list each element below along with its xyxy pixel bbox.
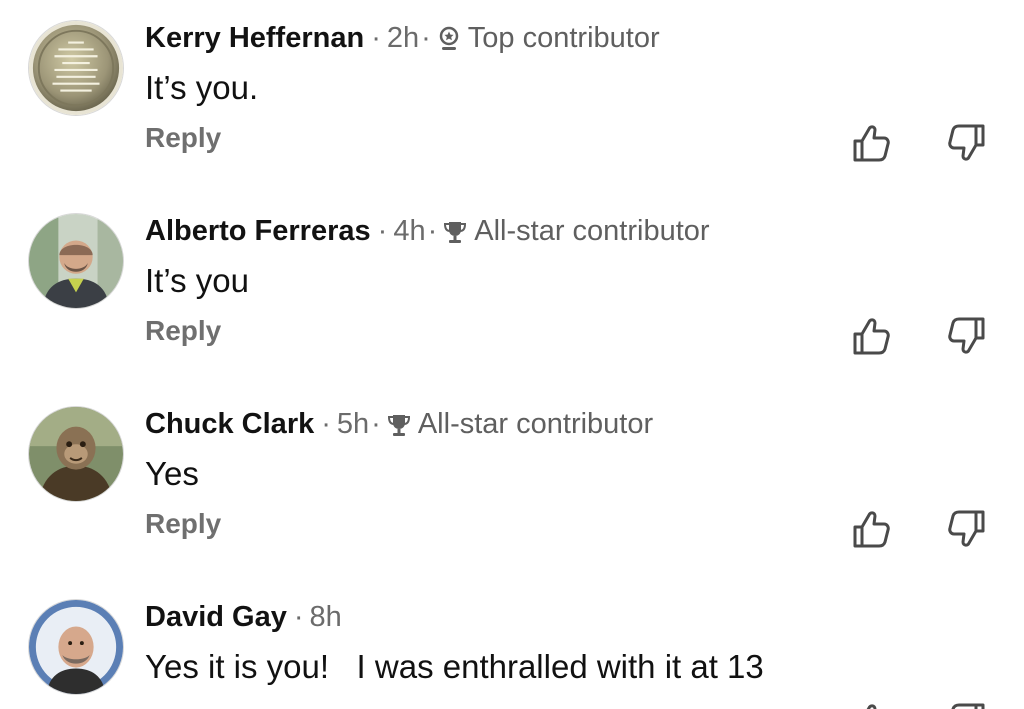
thumbs-down-icon (951, 703, 985, 709)
dislike-button[interactable] (946, 122, 986, 164)
comment-list: Kerry Heffernan · 2h · Top contributor I… (0, 0, 1024, 709)
comment-item: Kerry Heffernan · 2h · Top contributor I… (0, 0, 1024, 193)
comment-text: It’s you (145, 262, 249, 299)
author-name[interactable]: Alberto Ferreras (145, 211, 371, 251)
separator-dot: · (371, 408, 381, 440)
comment-item: David Gay · 8h Yes it is you! I was enth… (0, 579, 1024, 709)
like-button[interactable] (852, 508, 892, 550)
avatar[interactable] (28, 213, 124, 309)
badge-label: All-star contributor (417, 408, 654, 440)
comment-header: Kerry Heffernan · 2h · Top contributor (145, 18, 660, 58)
badge-label: All-star contributor (474, 215, 710, 247)
comment-text: Yes (145, 455, 199, 492)
separator-dot: · (371, 22, 381, 54)
timestamp: 5h (336, 408, 370, 440)
person-photo-image (29, 600, 123, 694)
author-name[interactable]: Kerry Heffernan (145, 18, 364, 58)
reply-button[interactable]: Reply (145, 508, 221, 540)
dislike-button[interactable] (946, 315, 986, 357)
separator-dot: · (421, 22, 431, 54)
thumbs-down-icon (948, 510, 985, 547)
person-photo-image (29, 214, 123, 308)
timestamp: 4h (393, 215, 426, 247)
comment-header: Chuck Clark · 5h · All-star contributor (145, 404, 653, 444)
like-button[interactable] (852, 701, 892, 709)
thumbs-up-icon (853, 318, 890, 355)
comment-header: Alberto Ferreras · 4h · All-star contrib… (145, 211, 710, 251)
dislike-button[interactable] (946, 701, 986, 709)
comment-text: It’s you. (145, 69, 259, 106)
timestamp: 2h (386, 22, 420, 54)
author-name[interactable]: Chuck Clark (145, 404, 314, 444)
contributor-badge: All-star contributor (443, 211, 710, 251)
like-button[interactable] (852, 122, 892, 164)
badge-label: Top contributor (467, 22, 660, 54)
comment-header: David Gay · 8h (145, 597, 342, 637)
avatar[interactable] (28, 406, 124, 502)
timestamp: 8h (309, 601, 342, 633)
dislike-button[interactable] (946, 508, 986, 550)
coin-avatar-image (29, 21, 123, 115)
contributor-badge: All-star contributor (387, 404, 653, 444)
trophy-icon (443, 217, 467, 245)
avatar[interactable] (28, 20, 124, 116)
thumbs-up-icon (853, 511, 890, 548)
thumbs-down-icon (948, 124, 985, 161)
reply-button[interactable]: Reply (145, 315, 221, 347)
comment-item: Alberto Ferreras · 4h · All-star contrib… (0, 193, 1024, 386)
comment-item: Chuck Clark · 5h · All-star contributor … (0, 386, 1024, 579)
thumbs-up-icon (853, 125, 890, 162)
top-contributor-icon (437, 24, 461, 52)
like-button[interactable] (852, 315, 892, 357)
thumbs-down-icon (948, 317, 985, 354)
avatar[interactable] (28, 599, 124, 695)
contributor-badge: Top contributor (437, 18, 660, 58)
separator-dot: · (377, 215, 388, 247)
comment-text: Yes it is you! I was enthralled with it … (145, 648, 764, 685)
thumbs-up-icon (866, 704, 877, 709)
reply-button[interactable]: Reply (145, 122, 221, 154)
trophy-icon (387, 410, 411, 438)
author-name[interactable]: David Gay (145, 597, 287, 637)
separator-dot: · (293, 601, 304, 633)
separator-dot: · (321, 408, 331, 440)
separator-dot: · (427, 215, 438, 247)
painting-avatar-image (29, 407, 123, 501)
